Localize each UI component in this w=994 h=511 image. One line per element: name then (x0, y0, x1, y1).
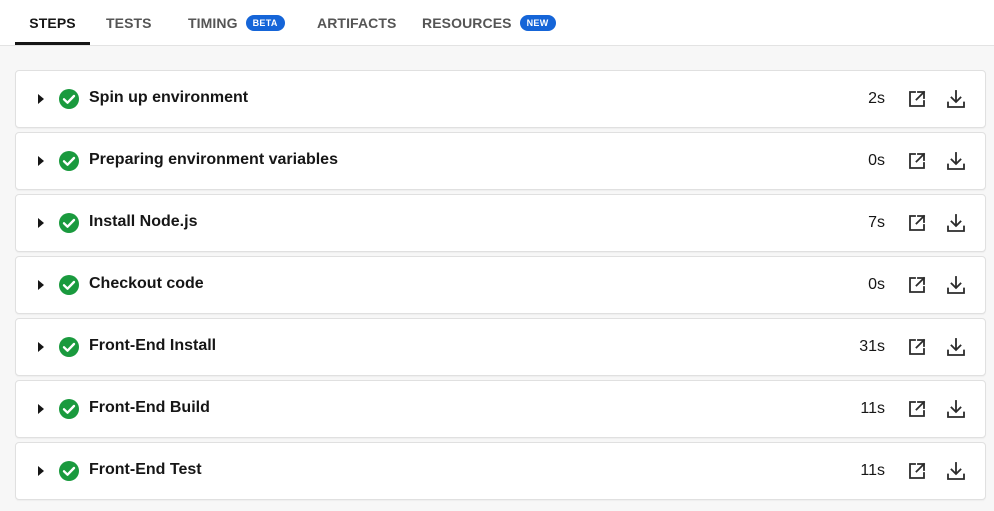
step-row[interactable]: Front-End Install 31s (15, 318, 986, 376)
tab-label: RESOURCES (422, 14, 512, 31)
caret-right-icon[interactable] (36, 217, 46, 229)
tab-label: STEPS (29, 14, 76, 31)
caret-right-icon[interactable] (36, 279, 46, 291)
step-row[interactable]: Front-End Test 11s (15, 442, 986, 500)
tab-label: TIMING (188, 14, 238, 31)
step-row[interactable]: Install Node.js 7s (15, 194, 986, 252)
beta-badge: BETA (245, 14, 285, 31)
step-row[interactable]: Spin up environment 2s (15, 70, 986, 128)
download-icon[interactable] (943, 272, 969, 298)
check-circle-icon (57, 335, 81, 359)
download-icon[interactable] (943, 148, 969, 174)
check-circle-icon (57, 397, 81, 421)
step-row[interactable]: Front-End Build 11s (15, 380, 986, 438)
tab-tests[interactable]: TESTS (106, 0, 152, 45)
download-icon[interactable] (943, 458, 969, 484)
check-circle-icon (57, 459, 81, 483)
step-duration: 2s (868, 90, 885, 107)
step-name: Front-End Test (89, 461, 202, 478)
tab-label: ARTIFACTS (317, 14, 397, 31)
open-in-new-icon[interactable] (904, 458, 930, 484)
step-row[interactable]: Preparing environment variables 0s (15, 132, 986, 190)
new-badge: NEW (519, 14, 556, 31)
open-in-new-icon[interactable] (904, 86, 930, 112)
steps-list: Spin up environment 2s Preparing environ… (15, 70, 986, 504)
open-in-new-icon[interactable] (904, 396, 930, 422)
open-in-new-icon[interactable] (904, 148, 930, 174)
caret-right-icon[interactable] (36, 465, 46, 477)
download-icon[interactable] (943, 210, 969, 236)
step-name: Spin up environment (89, 89, 249, 106)
step-name: Preparing environment variables (89, 151, 338, 168)
check-circle-icon (57, 87, 81, 111)
check-circle-icon (57, 211, 81, 235)
check-circle-icon (57, 149, 81, 173)
step-row[interactable]: Checkout code 0s (15, 256, 986, 314)
step-duration: 11s (860, 400, 885, 417)
step-name: Front-End Install (89, 337, 217, 354)
download-icon[interactable] (943, 396, 969, 422)
step-name: Install Node.js (89, 213, 198, 230)
download-icon[interactable] (943, 334, 969, 360)
caret-right-icon[interactable] (36, 341, 46, 353)
caret-right-icon[interactable] (36, 403, 46, 415)
open-in-new-icon[interactable] (904, 334, 930, 360)
open-in-new-icon[interactable] (904, 210, 930, 236)
tab-artifacts[interactable]: ARTIFACTS (317, 0, 396, 45)
step-name: Checkout code (89, 275, 204, 292)
tab-bar: STEPS TESTS TIMING BETA ARTIFACTS RESOUR… (0, 0, 994, 46)
tab-timing[interactable]: TIMING BETA (188, 0, 285, 45)
tab-resources[interactable]: RESOURCES NEW (422, 0, 556, 45)
download-icon[interactable] (943, 86, 969, 112)
step-duration: 0s (868, 276, 885, 293)
step-name: Front-End Build (89, 399, 210, 416)
step-duration: 0s (868, 152, 885, 169)
check-circle-icon (57, 273, 81, 297)
open-in-new-icon[interactable] (904, 272, 930, 298)
active-tab-indicator (15, 42, 90, 45)
step-duration: 11s (860, 462, 885, 479)
step-duration: 7s (868, 214, 885, 231)
caret-right-icon[interactable] (36, 155, 46, 167)
caret-right-icon[interactable] (36, 93, 46, 105)
tab-steps[interactable]: STEPS (15, 0, 90, 45)
tab-label: TESTS (106, 14, 152, 31)
step-duration: 31s (859, 338, 885, 355)
